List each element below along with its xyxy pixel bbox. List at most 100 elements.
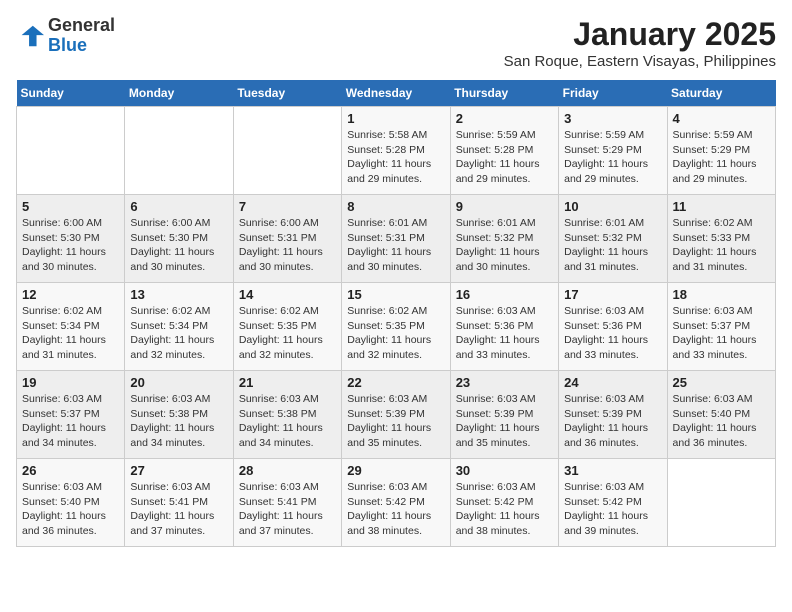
week-row-2: 5 Sunrise: 6:00 AM Sunset: 5:30 PM Daylig… — [17, 195, 776, 283]
calendar-cell: 15 Sunrise: 6:02 AM Sunset: 5:35 PM Dayli… — [342, 283, 450, 371]
day-detail: Sunrise: 6:03 AM Sunset: 5:39 PM Dayligh… — [347, 392, 444, 451]
day-number: 13 — [130, 287, 227, 302]
day-detail: Sunrise: 5:59 AM Sunset: 5:29 PM Dayligh… — [564, 128, 661, 187]
day-number: 22 — [347, 375, 444, 390]
day-detail: Sunrise: 6:00 AM Sunset: 5:30 PM Dayligh… — [22, 216, 119, 275]
calendar-cell: 9 Sunrise: 6:01 AM Sunset: 5:32 PM Daylig… — [450, 195, 558, 283]
calendar-cell: 7 Sunrise: 6:00 AM Sunset: 5:31 PM Daylig… — [233, 195, 341, 283]
day-detail: Sunrise: 5:58 AM Sunset: 5:28 PM Dayligh… — [347, 128, 444, 187]
calendar-cell: 10 Sunrise: 6:01 AM Sunset: 5:32 PM Dayli… — [559, 195, 667, 283]
day-detail: Sunrise: 6:03 AM Sunset: 5:41 PM Dayligh… — [130, 480, 227, 539]
calendar-cell: 16 Sunrise: 6:03 AM Sunset: 5:36 PM Dayli… — [450, 283, 558, 371]
calendar-cell: 26Sunrise: 6:03 AM Sunset: 5:40 PM Dayli… — [17, 459, 125, 547]
calendar-cell: 3 Sunrise: 5:59 AM Sunset: 5:29 PM Daylig… — [559, 107, 667, 195]
day-detail: Sunrise: 6:03 AM Sunset: 5:36 PM Dayligh… — [456, 304, 553, 363]
calendar-cell — [125, 107, 233, 195]
day-detail: Sunrise: 6:02 AM Sunset: 5:35 PM Dayligh… — [347, 304, 444, 363]
day-number: 28 — [239, 463, 336, 478]
day-detail: Sunrise: 6:03 AM Sunset: 5:42 PM Dayligh… — [347, 480, 444, 539]
calendar-cell: 20 Sunrise: 6:03 AM Sunset: 5:38 PM Dayli… — [125, 371, 233, 459]
day-number: 20 — [130, 375, 227, 390]
day-number: 9 — [456, 199, 553, 214]
week-row-4: 19 Sunrise: 6:03 AM Sunset: 5:37 PM Dayli… — [17, 371, 776, 459]
day-detail: Sunrise: 6:03 AM Sunset: 5:42 PM Dayligh… — [564, 480, 661, 539]
day-number: 29 — [347, 463, 444, 478]
calendar-cell: 14 Sunrise: 6:02 AM Sunset: 5:35 PM Dayli… — [233, 283, 341, 371]
week-row-5: 26Sunrise: 6:03 AM Sunset: 5:40 PM Dayli… — [17, 459, 776, 547]
weekday-header-friday: Friday — [559, 80, 667, 107]
day-detail: Sunrise: 6:01 AM Sunset: 5:31 PM Dayligh… — [347, 216, 444, 275]
weekday-header-wednesday: Wednesday — [342, 80, 450, 107]
day-detail: Sunrise: 6:03 AM Sunset: 5:40 PM Dayligh… — [673, 392, 770, 451]
calendar-cell — [233, 107, 341, 195]
calendar-cell: 5 Sunrise: 6:00 AM Sunset: 5:30 PM Daylig… — [17, 195, 125, 283]
calendar-cell: 29 Sunrise: 6:03 AM Sunset: 5:42 PM Dayli… — [342, 459, 450, 547]
day-detail: Sunrise: 6:00 AM Sunset: 5:30 PM Dayligh… — [130, 216, 227, 275]
day-detail: Sunrise: 6:03 AM Sunset: 5:38 PM Dayligh… — [239, 392, 336, 451]
day-detail: Sunrise: 6:03 AM Sunset: 5:37 PM Dayligh… — [673, 304, 770, 363]
calendar-cell: 6Sunrise: 6:00 AM Sunset: 5:30 PM Daylig… — [125, 195, 233, 283]
calendar-subtitle: San Roque, Eastern Visayas, Philippines — [504, 53, 776, 70]
weekday-header-thursday: Thursday — [450, 80, 558, 107]
day-detail: Sunrise: 6:02 AM Sunset: 5:34 PM Dayligh… — [130, 304, 227, 363]
calendar-cell — [667, 459, 775, 547]
day-number: 15 — [347, 287, 444, 302]
weekday-header-saturday: Saturday — [667, 80, 775, 107]
day-number: 30 — [456, 463, 553, 478]
day-number: 8 — [347, 199, 444, 214]
day-detail: Sunrise: 6:03 AM Sunset: 5:39 PM Dayligh… — [564, 392, 661, 451]
day-number: 2 — [456, 111, 553, 126]
calendar-cell: 12Sunrise: 6:02 AM Sunset: 5:34 PM Dayli… — [17, 283, 125, 371]
day-detail: Sunrise: 5:59 AM Sunset: 5:29 PM Dayligh… — [673, 128, 770, 187]
week-row-1: 1 Sunrise: 5:58 AM Sunset: 5:28 PM Daylig… — [17, 107, 776, 195]
calendar-cell: 30 Sunrise: 6:03 AM Sunset: 5:42 PM Dayli… — [450, 459, 558, 547]
calendar-cell: 28 Sunrise: 6:03 AM Sunset: 5:41 PM Dayli… — [233, 459, 341, 547]
day-number: 10 — [564, 199, 661, 214]
day-number: 25 — [673, 375, 770, 390]
day-number: 1 — [347, 111, 444, 126]
day-detail: Sunrise: 6:03 AM Sunset: 5:41 PM Dayligh… — [239, 480, 336, 539]
day-number: 3 — [564, 111, 661, 126]
day-detail: Sunrise: 6:03 AM Sunset: 5:42 PM Dayligh… — [456, 480, 553, 539]
calendar-cell: 21 Sunrise: 6:03 AM Sunset: 5:38 PM Dayli… — [233, 371, 341, 459]
day-number: 19 — [22, 375, 119, 390]
day-number: 7 — [239, 199, 336, 214]
day-detail: Sunrise: 6:03 AM Sunset: 5:38 PM Dayligh… — [130, 392, 227, 451]
calendar-cell: 31Sunrise: 6:03 AM Sunset: 5:42 PM Dayli… — [559, 459, 667, 547]
day-detail: Sunrise: 6:03 AM Sunset: 5:39 PM Dayligh… — [456, 392, 553, 451]
day-detail: Sunrise: 6:02 AM Sunset: 5:35 PM Dayligh… — [239, 304, 336, 363]
day-detail: Sunrise: 6:02 AM Sunset: 5:33 PM Dayligh… — [673, 216, 770, 275]
weekday-header-monday: Monday — [125, 80, 233, 107]
day-number: 4 — [673, 111, 770, 126]
calendar-cell: 11Sunrise: 6:02 AM Sunset: 5:33 PM Dayli… — [667, 195, 775, 283]
calendar-cell: 24 Sunrise: 6:03 AM Sunset: 5:39 PM Dayli… — [559, 371, 667, 459]
calendar-title: January 2025 — [504, 16, 776, 53]
day-number: 5 — [22, 199, 119, 214]
day-number: 14 — [239, 287, 336, 302]
calendar-table: SundayMondayTuesdayWednesdayThursdayFrid… — [16, 80, 776, 547]
calendar-cell: 23 Sunrise: 6:03 AM Sunset: 5:39 PM Dayli… — [450, 371, 558, 459]
calendar-cell: 18Sunrise: 6:03 AM Sunset: 5:37 PM Dayli… — [667, 283, 775, 371]
calendar-cell: 8 Sunrise: 6:01 AM Sunset: 5:31 PM Daylig… — [342, 195, 450, 283]
weekday-header-tuesday: Tuesday — [233, 80, 341, 107]
calendar-cell: 19 Sunrise: 6:03 AM Sunset: 5:37 PM Dayli… — [17, 371, 125, 459]
calendar-cell: 22 Sunrise: 6:03 AM Sunset: 5:39 PM Dayli… — [342, 371, 450, 459]
calendar-cell: 17Sunrise: 6:03 AM Sunset: 5:36 PM Dayli… — [559, 283, 667, 371]
calendar-cell: 4 Sunrise: 5:59 AM Sunset: 5:29 PM Daylig… — [667, 107, 775, 195]
weekday-header-sunday: Sunday — [17, 80, 125, 107]
weekday-header-row: SundayMondayTuesdayWednesdayThursdayFrid… — [17, 80, 776, 107]
day-number: 17 — [564, 287, 661, 302]
day-detail: Sunrise: 6:00 AM Sunset: 5:31 PM Dayligh… — [239, 216, 336, 275]
day-number: 21 — [239, 375, 336, 390]
day-number: 24 — [564, 375, 661, 390]
header: General Blue January 2025 San Roque, Eas… — [16, 16, 776, 70]
day-number: 23 — [456, 375, 553, 390]
calendar-cell: 1 Sunrise: 5:58 AM Sunset: 5:28 PM Daylig… — [342, 107, 450, 195]
day-detail: Sunrise: 6:03 AM Sunset: 5:40 PM Dayligh… — [22, 480, 119, 539]
day-number: 16 — [456, 287, 553, 302]
day-detail: Sunrise: 6:01 AM Sunset: 5:32 PM Dayligh… — [456, 216, 553, 275]
calendar-cell: 25 Sunrise: 6:03 AM Sunset: 5:40 PM Dayli… — [667, 371, 775, 459]
day-detail: Sunrise: 6:01 AM Sunset: 5:32 PM Dayligh… — [564, 216, 661, 275]
day-detail: Sunrise: 5:59 AM Sunset: 5:28 PM Dayligh… — [456, 128, 553, 187]
day-detail: Sunrise: 6:03 AM Sunset: 5:37 PM Dayligh… — [22, 392, 119, 451]
